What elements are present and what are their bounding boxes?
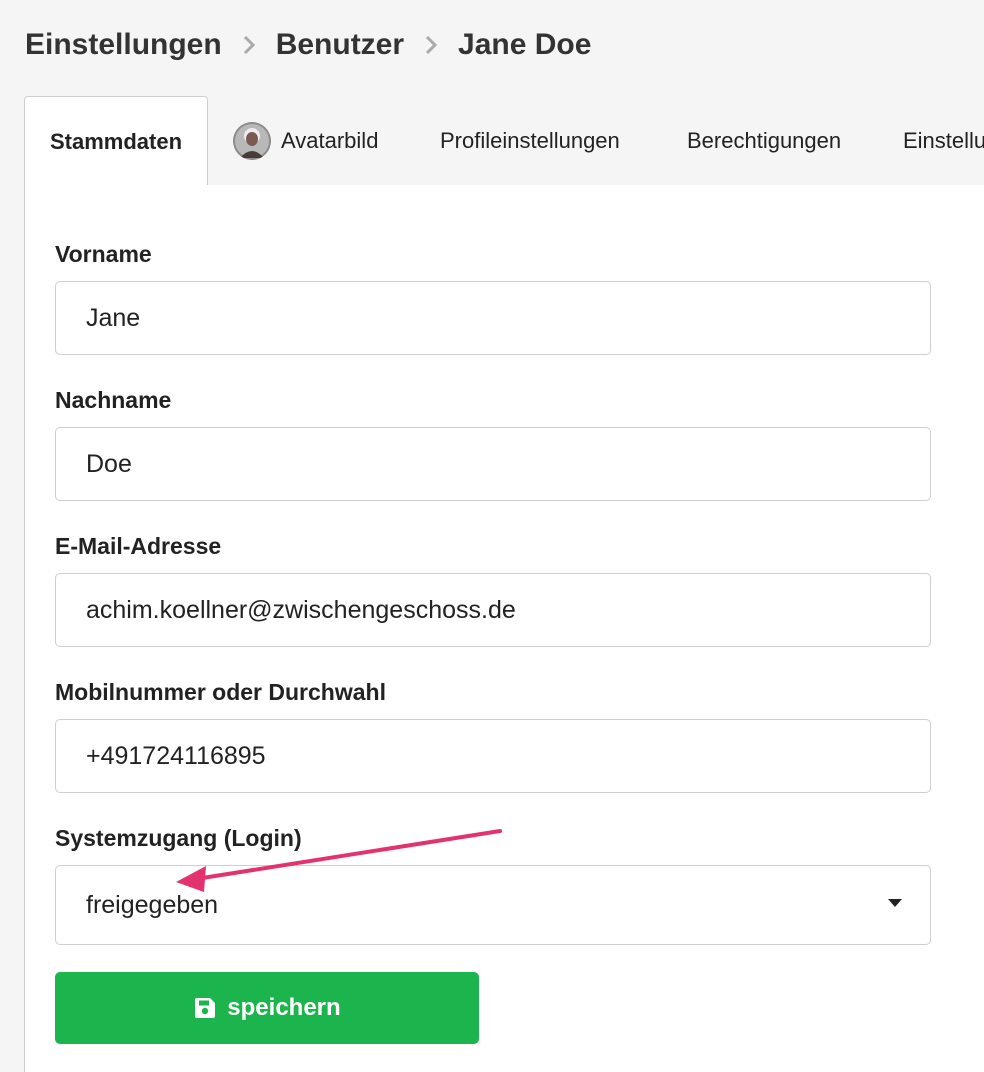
form-panel: Vorname Nachname E-Mail-Adresse Mobilnum… — [24, 185, 984, 1072]
breadcrumb-item-current-user: Jane Doe — [458, 28, 592, 61]
save-button-label: speichern — [227, 994, 341, 1021]
phone-label: Mobilnummer oder Durchwahl — [55, 679, 386, 705]
tab-label: Avatarbild — [281, 127, 379, 153]
breadcrumb-item-users[interactable]: Benutzer — [276, 28, 404, 62]
save-button[interactable]: speichern — [55, 972, 479, 1044]
login-select-value: freigegeben — [86, 890, 219, 919]
chevron-right-icon — [242, 34, 256, 56]
login-select[interactable]: freigegeben — [55, 865, 931, 945]
login-label: Systemzugang (Login) — [55, 825, 302, 851]
tab-profileinstellungen[interactable]: Profileinstellungen — [440, 96, 620, 185]
breadcrumb: Einstellungen Benutzer Jane Doe — [25, 28, 591, 62]
last-name-label: Nachname — [55, 387, 172, 413]
tab-avatarbild[interactable]: Avatarbild — [233, 96, 378, 185]
chevron-right-icon — [424, 34, 438, 56]
tab-bar: Stammdaten Avatarbild Profileinstellunge… — [24, 96, 984, 187]
email-field[interactable] — [55, 573, 931, 647]
tab-label: Berechtigungen — [687, 127, 842, 153]
avatar-icon — [233, 121, 271, 160]
last-name-field[interactable] — [55, 427, 931, 501]
phone-field[interactable] — [55, 719, 931, 793]
floppy-disk-icon — [193, 996, 217, 1020]
tab-label: Einstellu — [903, 127, 984, 153]
tab-berechtigungen[interactable]: Berechtigungen — [687, 96, 841, 185]
caret-down-icon — [888, 899, 902, 907]
first-name-field[interactable] — [55, 281, 931, 355]
tab-label: Profileinstellungen — [440, 127, 620, 153]
email-label: E-Mail-Adresse — [55, 533, 222, 559]
tab-stammdaten[interactable]: Stammdaten — [24, 96, 208, 186]
tab-label: Stammdaten — [49, 128, 183, 154]
first-name-label: Vorname — [55, 241, 152, 267]
breadcrumb-item-settings[interactable]: Einstellungen — [25, 28, 222, 62]
tab-einstellungen[interactable]: Einstellu — [903, 96, 984, 185]
